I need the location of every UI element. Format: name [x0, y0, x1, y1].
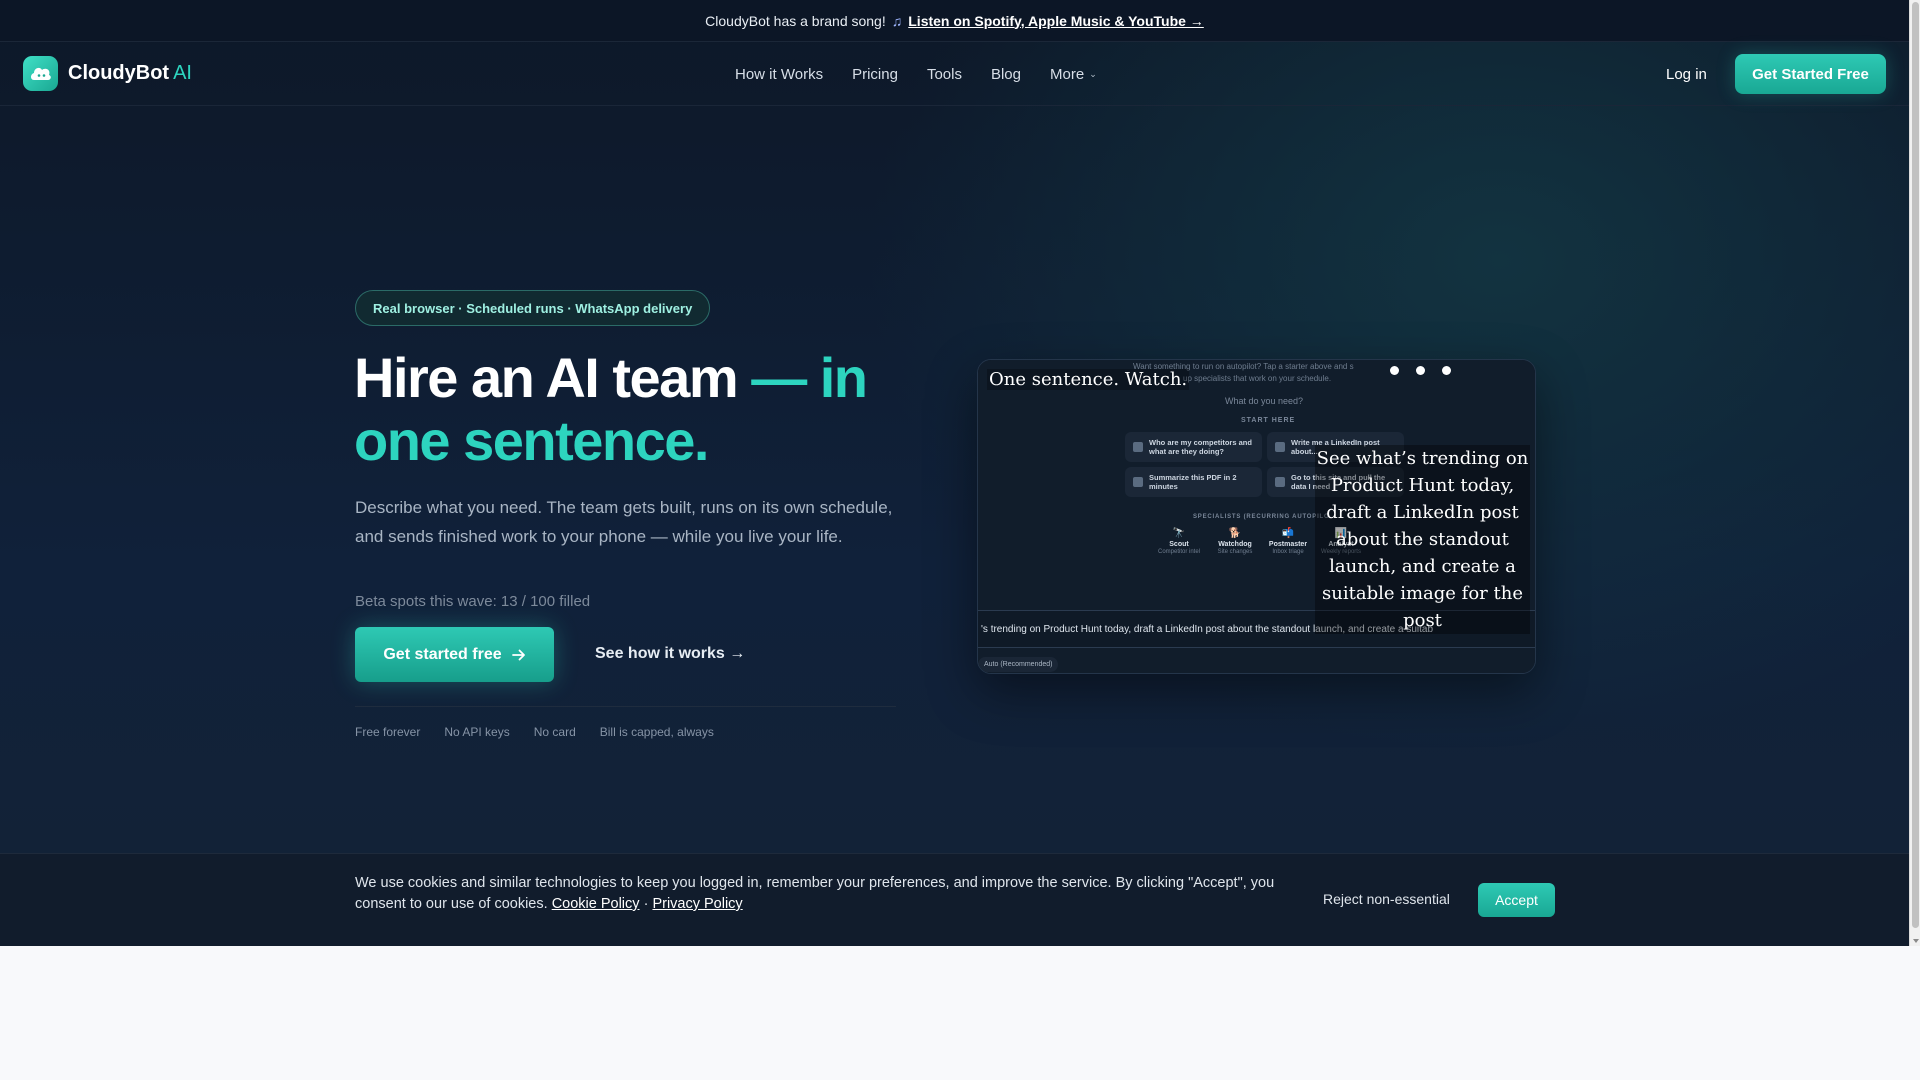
search-icon: [1133, 442, 1143, 452]
perks-list: Free forever No API keys No card Bill is…: [355, 725, 714, 739]
top-navbar: CloudyBot AI How it Works Pricing Tools B…: [0, 42, 1909, 106]
perk-item: Bill is capped, always: [599, 725, 714, 739]
announcement-text: CloudyBot has a brand song!: [705, 12, 886, 29]
login-link[interactable]: Log in: [1666, 66, 1707, 83]
divider: [355, 706, 896, 707]
nav-links: How it Works Pricing Tools Blog More ⌄: [735, 42, 1097, 106]
logo[interactable]: CloudyBot AI: [23, 56, 192, 91]
slide-dot[interactable]: [1442, 366, 1451, 375]
dog-icon: 🐕: [1228, 528, 1242, 539]
demo-video-preview[interactable]: Want something to run on autopilot? Tap …: [977, 359, 1536, 674]
privacy-policy-link[interactable]: Privacy Policy: [652, 896, 742, 912]
logo-text: CloudyBot AI: [68, 62, 192, 84]
get-started-label: Get started free: [383, 645, 502, 663]
feature-badge: Real browser · Scheduled runs · WhatsApp…: [355, 290, 711, 326]
get-started-button[interactable]: Get started free: [355, 627, 554, 682]
cookie-banner: We use cookies and similar technologies …: [0, 853, 1909, 946]
nav-blog[interactable]: Blog: [991, 66, 1021, 83]
vertical-scrollbar[interactable]: [1909, 0, 1920, 946]
mailbox-icon: 📬: [1281, 528, 1295, 539]
demo-intro-line: up specialists that work on your schedul…: [1183, 374, 1332, 383]
demo-model-selector: Auto (Recommended): [978, 657, 1059, 672]
cloudybot-logo-icon: [23, 56, 58, 91]
demo-question: What do you need?: [1225, 396, 1304, 406]
hero-headline: Hire an AI team — in one sentence.: [354, 346, 914, 472]
get-started-free-button[interactable]: Get Started Free: [1735, 54, 1886, 94]
demo-starter-card: Who are my competitors and what are they…: [1125, 432, 1262, 462]
video-prompt-caption: See what’s trending on Product Hunt toda…: [1315, 445, 1530, 634]
separator: ·: [643, 896, 649, 912]
listen-song-link[interactable]: Listen on Spotify, Apple Music & YouTube…: [908, 13, 1204, 29]
document-icon: [1275, 442, 1285, 452]
cookie-message: We use cookies and similar technologies …: [355, 875, 1275, 912]
reject-non-essential-button[interactable]: Reject non-essential: [1323, 891, 1450, 907]
slide-dots: [1390, 366, 1451, 375]
see-how-it-works-link[interactable]: See how it works →: [595, 645, 745, 663]
arrow-right-icon: [511, 649, 525, 660]
cookie-text: We use cookies and similar technologies …: [355, 873, 1290, 915]
accept-cookies-button[interactable]: Accept: [1478, 883, 1555, 917]
chevron-down-icon: ⌄: [1089, 68, 1097, 79]
slide-dot[interactable]: [1416, 366, 1425, 375]
perk-item: Free forever: [355, 725, 421, 739]
nav-how-it-works[interactable]: How it Works: [735, 66, 823, 83]
demo-start-here: START HERE: [1241, 417, 1296, 424]
telescope-icon: 🔭: [1172, 528, 1186, 539]
hero-subtext: Describe what you need. The team gets bu…: [355, 498, 893, 546]
globe-icon: [1275, 477, 1285, 487]
beta-spots-text: Beta spots this wave: 13 / 100 filled: [355, 593, 591, 610]
video-caption: One sentence. Watch.: [987, 369, 1190, 390]
scroll-down-arrow-icon[interactable]: [1913, 939, 1919, 943]
music-note-icon: ♫: [891, 12, 903, 29]
nav-more-label: More: [1050, 65, 1085, 83]
nav-more[interactable]: More ⌄: [1050, 66, 1097, 83]
demo-specialist: 🐕 Watchdog Site changes: [1210, 528, 1260, 555]
slide-dot[interactable]: [1390, 366, 1399, 375]
announcement-bar: CloudyBot has a brand song! ♫ Listen on …: [0, 0, 1909, 42]
nav-pricing[interactable]: Pricing: [852, 66, 898, 83]
demo-specialist: 📬 Postmaster Inbox triage: [1263, 528, 1313, 555]
demo-specialist: 🔭 Scout Competitor intel: [1154, 528, 1204, 555]
nav-tools[interactable]: Tools: [927, 66, 962, 83]
cookie-policy-link[interactable]: Cookie Policy: [552, 896, 640, 912]
perk-item: No card: [533, 725, 576, 739]
scrollbar-thumb[interactable]: [1912, 2, 1919, 928]
headline-main: Hire an AI team: [354, 346, 739, 409]
perk-item: No API keys: [444, 725, 510, 739]
demo-starter-card: Summarize this PDF in 2 minutes: [1125, 467, 1262, 497]
page-viewport: CloudyBot has a brand song! ♫ Listen on …: [0, 0, 1909, 946]
demo-specialists-label: SPECIALISTS (RECURRING AUTOPILO: [1193, 514, 1330, 520]
chart-icon: [1133, 477, 1143, 487]
